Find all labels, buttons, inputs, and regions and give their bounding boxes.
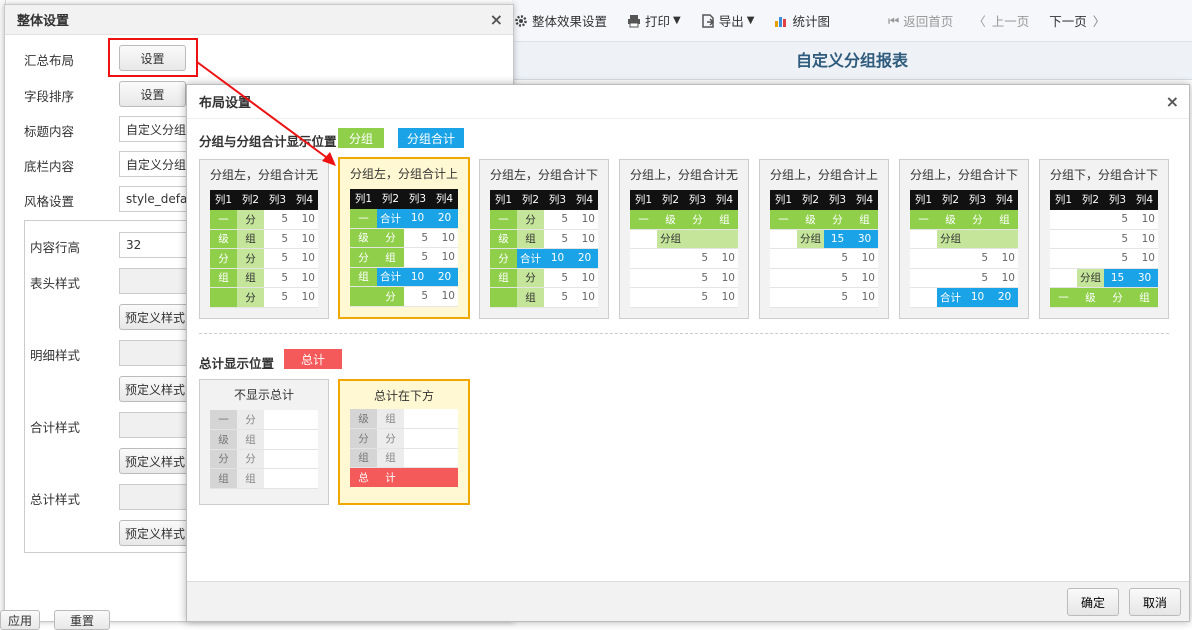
group-section-label: 分组与分组合计显示位置 — [199, 134, 337, 149]
total-preset-button[interactable]: 预定义样式 — [119, 520, 191, 546]
layout-card-top-above[interactable]: 分组上，分组合计上 列1 列2 列3 列4 一级分组 分组 15 30 5 10 5 10 5… — [759, 159, 889, 319]
mini-table: 列1 列2 列3 列4 一级分组 分组 15 30 5 10 5 10 5 10 — [770, 190, 878, 308]
print-label: 打印 — [645, 14, 671, 29]
detail-style-input[interactable] — [119, 340, 189, 366]
mini-table: 列1 列2 列3 列4 一级分组 分组 5 10 5 10 5 10 — [630, 190, 738, 308]
home-label: 返回首页 — [903, 14, 954, 29]
report-toolbar: 整体效果设置 打印 ▼ 导出 ▼ 统计图 ⏮ 返回首页 〈 上一页 下一页 〉 — [512, 0, 1192, 42]
mini-table: 一分 级组 分分 组组 — [210, 410, 318, 489]
style-setting-label: 风格设置 — [24, 194, 75, 209]
layout-card-top-none[interactable]: 分组上，分组合计无 列1 列2 列3 列4 一级分组 分组 5 10 5 10 5 10 — [619, 159, 749, 319]
summary-layout-label: 汇总布局 — [24, 53, 75, 68]
field-sort-set-button[interactable]: 设置 — [119, 81, 186, 107]
prev-page-button[interactable]: 〈 上一页 — [973, 11, 1029, 30]
header-style-label: 表头样式 — [30, 276, 81, 291]
mini-table: 列1 列2 列3 列4 一分 5 10 级组 5 10 分合计 10 20 组分 5 10 组 5 10 — [490, 190, 598, 308]
dialog-header: 整体设置 × — [5, 5, 513, 35]
card-title: 分组上，分组合计无 — [629, 168, 738, 182]
layout-dialog-title: 布局设置 — [199, 96, 252, 111]
card-title: 分组左，分组合计下 — [489, 168, 598, 182]
mini-table: 级组 分分 组组 总计 — [350, 409, 458, 487]
chevron-down-icon: ▼ — [673, 15, 681, 26]
row-height-label: 内容行高 — [30, 240, 81, 255]
bar-chart-icon — [774, 14, 788, 28]
total-card-none[interactable]: 不显示总计 一分 级组 分分 组组 — [199, 379, 329, 505]
export-button[interactable]: 导出 ▼ — [701, 11, 755, 30]
reset-button[interactable]: 重置 — [54, 610, 110, 630]
header-preset-button[interactable]: 预定义样式 — [119, 304, 191, 330]
close-icon[interactable]: × — [1166, 92, 1179, 111]
total-tag: 总计 — [284, 349, 342, 369]
total-style-label: 总计样式 — [30, 492, 81, 507]
chart-label: 统计图 — [792, 14, 830, 29]
layout-card-left-above[interactable]: 分组左，分组合计上 列1 列2 列3 列4 一合计 10 20 级分 5 10 分组 5 10 组… — [338, 157, 470, 319]
printer-icon — [627, 14, 641, 28]
mini-table: 列1 列2 列3 列4 一分 5 10 级组 5 10 分分 5 10 组组 5 10 分 5 10 — [210, 190, 318, 308]
total-style-input[interactable] — [119, 484, 189, 510]
chevron-right-icon: 〉 — [1092, 14, 1106, 29]
style-setting-select[interactable]: style_default — [119, 186, 189, 212]
card-title: 分组上，分组合计下 — [909, 168, 1018, 182]
layout-card-top-below[interactable]: 分组上，分组合计下 列1 列2 列3 列4 一级分组 分组 5 10 5 10 合计 10 2… — [899, 159, 1029, 319]
layout-dialog-footer: 确定 取消 — [187, 581, 1189, 621]
layout-dialog-header: 布局设置 × — [187, 85, 1189, 119]
card-title: 分组下，分组合计下 — [1049, 168, 1158, 182]
detail-preset-button[interactable]: 预定义样式 — [119, 376, 191, 402]
total-section-label: 总计显示位置 — [199, 356, 275, 371]
footer-content-label: 底栏内容 — [24, 159, 75, 174]
layout-card-bottom-below[interactable]: 分组下，分组合计下 列1 列2 列3 列4 5 10 5 10 5 10 分组 15 30 一级… — [1039, 159, 1169, 319]
header-style-input[interactable] — [119, 268, 189, 294]
export-icon — [701, 13, 715, 28]
close-icon[interactable]: × — [490, 10, 503, 29]
mini-table: 列1 列2 列3 列4 一合计 10 20 级分 5 10 分组 5 10 组合计 10 20 分51… — [350, 189, 458, 307]
prev-label: 上一页 — [991, 14, 1030, 29]
export-label: 导出 — [718, 14, 744, 29]
card-title: 分组左，分组合计上 — [349, 167, 458, 181]
next-page-button[interactable]: 下一页 〉 — [1049, 11, 1105, 30]
subtotal-tag: 分组合计 — [398, 128, 464, 148]
report-title: 自定义分组报表 — [512, 42, 1192, 80]
dialog-title: 整体设置 — [17, 14, 70, 29]
print-button[interactable]: 打印 ▼ — [627, 11, 681, 30]
detail-style-label: 明细样式 — [30, 348, 81, 363]
mini-table: 列1 列2 列3 列4 5 10 5 10 5 10 分组 15 30 一级分组 — [1050, 190, 1158, 308]
highlight-box — [108, 38, 198, 77]
subtotal-style-input[interactable] — [119, 412, 189, 438]
total-card-bottom[interactable]: 总计在下方 级组 分分 组组 总计 — [338, 379, 470, 505]
subtotal-style-label: 合计样式 — [30, 420, 81, 435]
field-sort-label: 字段排序 — [24, 89, 75, 104]
gear-icon — [514, 14, 528, 28]
footer-content-input[interactable]: 自定义分组报 — [119, 151, 189, 177]
first-page-icon: ⏮ — [887, 12, 900, 28]
title-content-label: 标题内容 — [24, 124, 75, 139]
group-tag: 分组 — [338, 128, 384, 148]
layout-card-left-below[interactable]: 分组左，分组合计下 列1 列2 列3 列4 一分 5 10 级组 5 10 分合计 10 20 组… — [479, 159, 609, 319]
overall-effect-button[interactable]: 整体效果设置 — [514, 11, 607, 30]
chart-button[interactable]: 统计图 — [774, 11, 830, 30]
home-button[interactable]: ⏮ 返回首页 — [888, 11, 953, 30]
layout-settings-dialog: 布局设置 × 分组与分组合计显示位置 分组 分组合计 分组左，分组合计无 列1 列… — [186, 84, 1190, 622]
cancel-button[interactable]: 取消 — [1129, 588, 1181, 616]
layout-card-left-none[interactable]: 分组左，分组合计无 列1 列2 列3 列4 一分 5 10 级组 5 10 分分 5 10 组组5… — [199, 159, 329, 319]
subtotal-preset-button[interactable]: 预定义样式 — [119, 448, 191, 474]
card-title: 不显示总计 — [233, 388, 294, 402]
card-title: 分组左，分组合计无 — [209, 168, 318, 182]
overall-effect-label: 整体效果设置 — [532, 14, 608, 29]
section-divider — [199, 333, 1169, 334]
card-title: 总计在下方 — [373, 389, 434, 403]
row-height-input[interactable]: 32 — [119, 232, 189, 258]
mini-table: 列1 列2 列3 列4 一级分组 分组 5 10 5 10 合计 10 20 — [910, 190, 1018, 308]
ok-button[interactable]: 确定 — [1067, 588, 1119, 616]
chevron-down-icon: ▼ — [746, 15, 755, 26]
next-label: 下一页 — [1049, 14, 1087, 29]
chevron-left-icon: 〈 — [973, 14, 986, 29]
title-content-input[interactable]: 自定义分组报 — [119, 116, 189, 142]
card-title: 分组上，分组合计上 — [769, 168, 878, 182]
apply-button[interactable]: 应用 — [0, 610, 40, 630]
